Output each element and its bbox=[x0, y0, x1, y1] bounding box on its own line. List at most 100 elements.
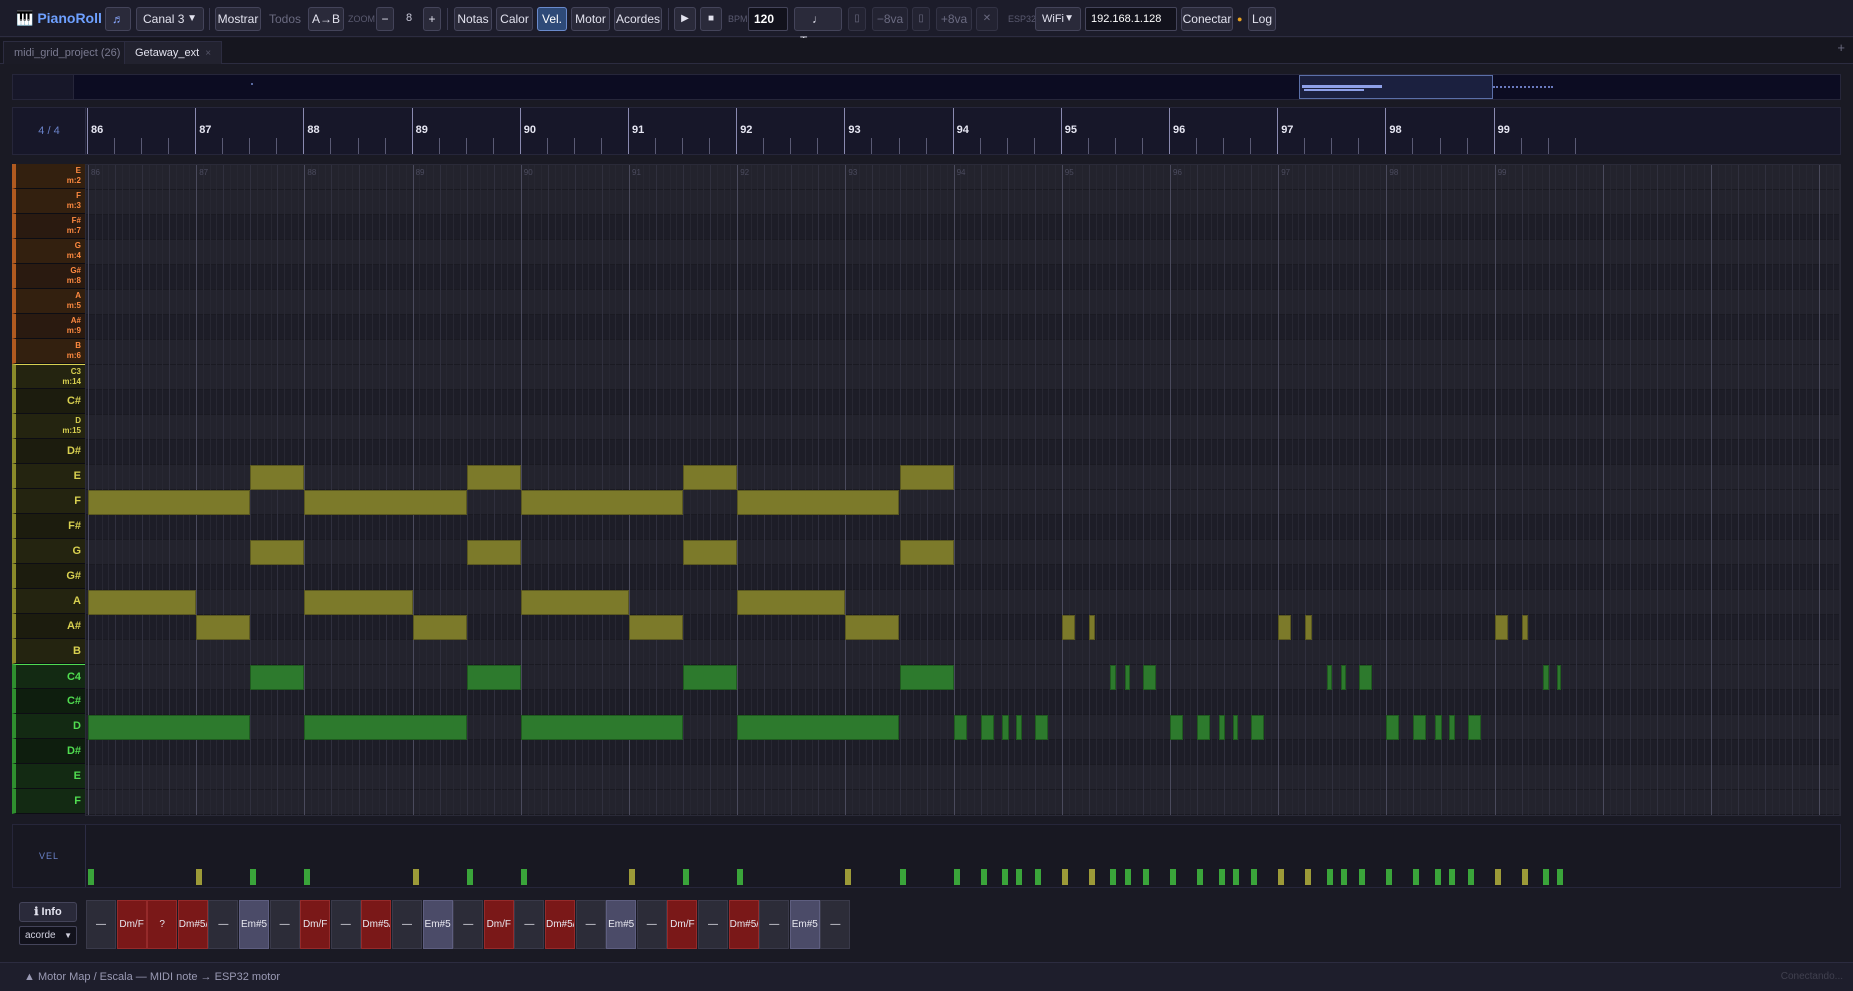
piano-key[interactable]: F# bbox=[12, 514, 85, 539]
velocity-bar[interactable] bbox=[980, 869, 987, 885]
ruler-bar-label[interactable]: 87 bbox=[199, 124, 211, 136]
midi-note[interactable] bbox=[1494, 615, 1508, 640]
velocity-bar[interactable] bbox=[1435, 869, 1442, 885]
midi-note[interactable] bbox=[1110, 665, 1116, 690]
velocity-bar[interactable] bbox=[412, 869, 419, 885]
piano-key[interactable]: E bbox=[12, 764, 85, 789]
midi-note[interactable] bbox=[250, 665, 305, 690]
midi-note[interactable] bbox=[1088, 615, 1096, 640]
song-overview[interactable] bbox=[12, 74, 1841, 100]
velocity-bar[interactable] bbox=[1340, 869, 1347, 885]
velocity-bar[interactable] bbox=[1449, 869, 1456, 885]
add-tab-icon[interactable]: + bbox=[1837, 40, 1845, 55]
chord-cell[interactable]: ? bbox=[147, 900, 178, 949]
piano-key[interactable]: G# bbox=[12, 564, 85, 589]
midi-note[interactable] bbox=[1386, 715, 1400, 740]
piano-key[interactable]: C# bbox=[12, 389, 85, 414]
midi-note[interactable] bbox=[683, 465, 738, 490]
connect-button[interactable]: Conectar bbox=[1181, 7, 1233, 31]
midi-note[interactable] bbox=[1016, 715, 1022, 740]
velocity-bar[interactable] bbox=[250, 869, 257, 885]
tab-getaway-ext[interactable]: Getaway_ext × bbox=[124, 41, 223, 64]
velocity-bar[interactable] bbox=[196, 869, 203, 885]
piano-key[interactable]: A# bbox=[12, 614, 85, 639]
chord-cell[interactable]: — bbox=[453, 900, 484, 949]
log-button[interactable]: Log bbox=[1248, 7, 1276, 31]
show-button[interactable]: Mostrar bbox=[215, 7, 261, 31]
chord-cell[interactable]: Dm/F bbox=[300, 900, 331, 949]
midi-note[interactable] bbox=[1543, 665, 1549, 690]
velocity-bar[interactable] bbox=[1359, 869, 1366, 885]
chord-cell[interactable]: Dm#5/ bbox=[177, 900, 208, 949]
chord-cell[interactable]: Dm#5/ bbox=[361, 900, 392, 949]
piano-key[interactable]: F# m:7 bbox=[12, 214, 85, 239]
stop-icon[interactable]: ■ bbox=[700, 7, 722, 31]
midi-note[interactable] bbox=[1557, 665, 1562, 690]
midi-note[interactable] bbox=[1232, 715, 1239, 740]
piano-key[interactable]: G# m:8 bbox=[12, 264, 85, 289]
velocity-bar[interactable] bbox=[1521, 869, 1528, 885]
chord-cell[interactable]: — bbox=[208, 900, 239, 949]
chord-cell[interactable]: Dm#5/ bbox=[545, 900, 575, 949]
velocity-bar[interactable] bbox=[1034, 869, 1041, 885]
midi-note[interactable] bbox=[737, 490, 900, 515]
midi-note[interactable] bbox=[466, 665, 521, 690]
velocity-bar[interactable] bbox=[520, 869, 527, 885]
connection-type-select[interactable]: WiFi ▼ bbox=[1035, 7, 1081, 31]
midi-note[interactable] bbox=[1435, 715, 1442, 740]
velocity-bar[interactable] bbox=[1543, 869, 1550, 885]
close-tab-icon[interactable]: × bbox=[205, 48, 211, 59]
chord-cell[interactable]: — bbox=[269, 900, 300, 949]
chord-cell[interactable]: Dm#5/ bbox=[728, 900, 759, 949]
chord-cell[interactable]: — bbox=[820, 900, 851, 949]
velocity-bar[interactable] bbox=[304, 869, 311, 885]
velocity-bar[interactable] bbox=[1305, 869, 1312, 885]
chords-view-button[interactable]: Acordes bbox=[614, 7, 662, 31]
piano-key[interactable]: Bm:6 bbox=[12, 339, 85, 364]
midi-note[interactable] bbox=[629, 615, 684, 640]
midi-note[interactable] bbox=[683, 665, 738, 690]
tempo-button[interactable]: ♩ Tempo bbox=[794, 7, 842, 48]
velocity-bar[interactable] bbox=[1251, 869, 1258, 885]
piano-key[interactable]: Fm:3 bbox=[12, 189, 85, 214]
chord-mode-select[interactable]: acorde ▼ bbox=[19, 926, 77, 945]
chord-cell[interactable]: — bbox=[759, 900, 790, 949]
velocity-bar[interactable] bbox=[629, 869, 635, 885]
midi-note[interactable] bbox=[1305, 615, 1312, 640]
ruler-bar-label[interactable]: 98 bbox=[1389, 124, 1401, 136]
midi-note[interactable] bbox=[1359, 665, 1373, 690]
midi-note[interactable] bbox=[1034, 715, 1048, 740]
midi-note[interactable] bbox=[899, 540, 954, 565]
ruler-bar-label[interactable]: 96 bbox=[1173, 124, 1185, 136]
midi-note[interactable] bbox=[845, 615, 900, 640]
velocity-bar[interactable] bbox=[1016, 869, 1023, 885]
ruler-bar-label[interactable]: 95 bbox=[1065, 124, 1077, 136]
midi-note[interactable] bbox=[737, 590, 846, 615]
midi-note[interactable] bbox=[250, 540, 305, 565]
velocity-bar[interactable] bbox=[845, 869, 852, 885]
ruler-bar-label[interactable]: 92 bbox=[740, 124, 752, 136]
velocity-bar[interactable] bbox=[1110, 869, 1117, 885]
ruler-bar-label[interactable]: 88 bbox=[307, 124, 319, 136]
piano-key[interactable]: Am:5 bbox=[12, 289, 85, 314]
ruler-bar-label[interactable]: 93 bbox=[848, 124, 860, 136]
notes-view-button[interactable]: Notas bbox=[454, 7, 492, 31]
velocity-bar[interactable] bbox=[1218, 869, 1225, 885]
midi-note[interactable] bbox=[1197, 715, 1211, 740]
midi-note[interactable] bbox=[1142, 665, 1156, 690]
velocity-bar[interactable] bbox=[1088, 869, 1095, 885]
piano-key[interactable]: A# m:9 bbox=[12, 314, 85, 339]
heat-view-button[interactable]: Calor bbox=[496, 7, 533, 31]
midi-note[interactable] bbox=[88, 590, 197, 615]
piano-key[interactable]: F bbox=[12, 489, 85, 514]
play-icon[interactable]: ▶ bbox=[674, 7, 696, 31]
velocity-bar[interactable] bbox=[466, 869, 473, 885]
midi-note[interactable] bbox=[412, 615, 467, 640]
velocity-bar[interactable] bbox=[1170, 869, 1176, 885]
midi-note[interactable] bbox=[304, 490, 467, 515]
time-signature[interactable]: 4 / 4 bbox=[13, 108, 86, 154]
channel-select[interactable]: Canal 3 ▼ bbox=[136, 7, 204, 31]
chord-cell[interactable]: — bbox=[514, 900, 545, 949]
chord-cell[interactable]: — bbox=[575, 900, 606, 949]
midi-note[interactable] bbox=[304, 590, 413, 615]
